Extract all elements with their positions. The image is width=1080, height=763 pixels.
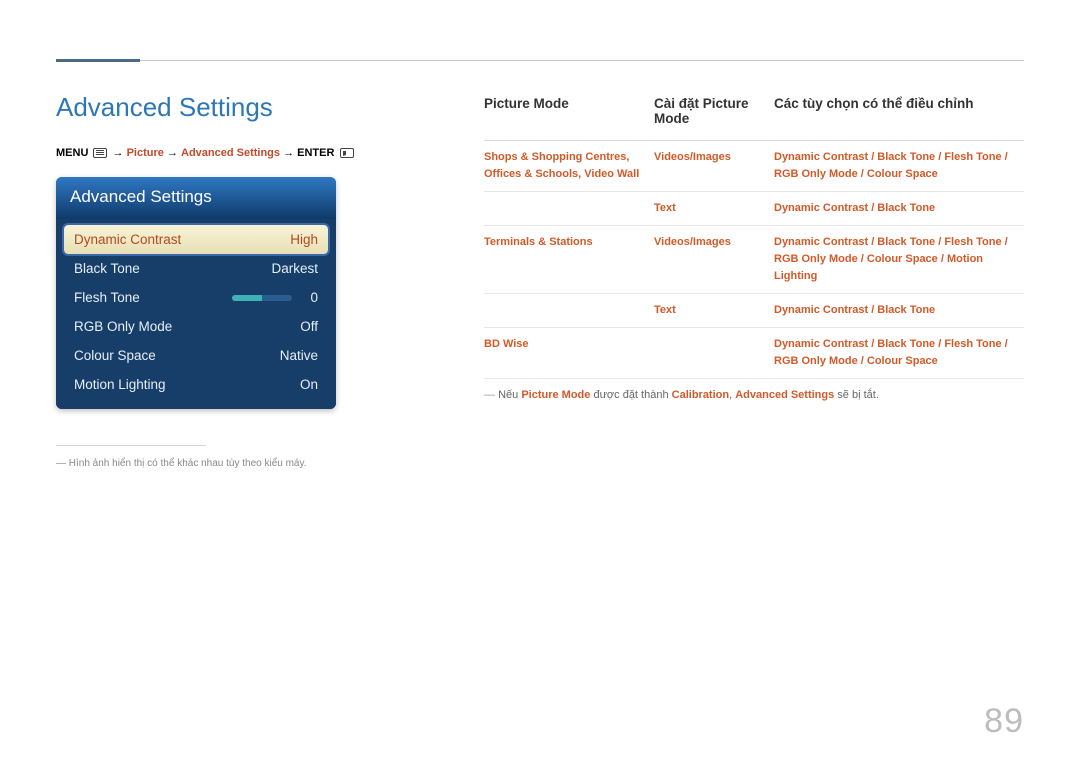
table-row: TextDynamic Contrast / Black Tone xyxy=(484,294,1024,328)
right-column: Picture Mode Cài đặt Picture Mode Các tù… xyxy=(484,92,1024,469)
breadcrumb-arrow: → xyxy=(167,147,181,159)
note-bold: Advanced Settings xyxy=(735,389,834,401)
panel-header: Advanced Settings xyxy=(56,177,336,219)
breadcrumb-advanced: Advanced Settings xyxy=(181,147,280,159)
table-row: Terminals & StationsVideos/ImagesDynamic… xyxy=(484,226,1024,294)
table-cell: Videos/Images xyxy=(654,226,774,294)
table-cell: Dynamic Contrast / Black Tone / Flesh To… xyxy=(774,141,1024,192)
top-rule xyxy=(56,60,1024,61)
menu-row[interactable]: Colour Space Native xyxy=(64,341,328,370)
breadcrumb-arrow: → xyxy=(113,147,127,159)
panel-body: Dynamic Contrast High Black Tone Darkest Fle… xyxy=(56,219,336,409)
note-text: Nếu xyxy=(498,389,521,401)
table-cell: Dynamic Contrast / Black Tone xyxy=(774,192,1024,226)
menu-row-value: Off xyxy=(300,319,318,334)
settings-panel: Advanced Settings Dynamic Contrast High Bl… xyxy=(56,177,336,409)
th-picture-mode: Picture Mode xyxy=(484,92,654,141)
table-row: Shops & Shopping Centres, Offices & Scho… xyxy=(484,141,1024,192)
breadcrumb-enter: ENTER xyxy=(297,147,334,159)
table-cell xyxy=(654,328,774,379)
left-column: Advanced Settings MENU → Picture → Advan… xyxy=(56,92,454,469)
menu-row[interactable]: Black Tone Darkest xyxy=(64,254,328,283)
table-row: BD Wise Dynamic Contrast / Black Tone / F… xyxy=(484,328,1024,379)
menu-row-value: Native xyxy=(280,348,318,363)
menu-row-value: Darkest xyxy=(271,261,318,276)
th-setting: Cài đặt Picture Mode xyxy=(654,92,774,141)
menu-icon xyxy=(93,148,107,158)
menu-row-value: On xyxy=(300,377,318,392)
menu-row[interactable]: Motion Lighting On xyxy=(64,370,328,399)
th-options: Các tùy chọn có thể điều chỉnh xyxy=(774,92,1024,141)
divider xyxy=(56,445,206,446)
page-title: Advanced Settings xyxy=(56,92,454,123)
table-cell: Terminals & Stations xyxy=(484,226,654,294)
menu-row[interactable]: Dynamic Contrast High xyxy=(64,225,328,254)
menu-row-value: 0 xyxy=(298,290,318,305)
footnote: Hình ảnh hiển thị có thể khác nhau tùy t… xyxy=(56,458,454,469)
table-cell: Text xyxy=(654,294,774,328)
table-cell: Videos/Images xyxy=(654,141,774,192)
menu-row-label: RGB Only Mode xyxy=(74,319,172,334)
info-table: Picture Mode Cài đặt Picture Mode Các tù… xyxy=(484,92,1024,379)
table-cell xyxy=(484,294,654,328)
breadcrumb: MENU → Picture → Advanced Settings → ENT… xyxy=(56,147,454,159)
enter-icon xyxy=(340,148,354,158)
breadcrumb-arrow: → xyxy=(283,147,297,159)
table-cell: Text xyxy=(654,192,774,226)
note-text: sẽ bị tắt. xyxy=(834,389,879,401)
menu-row-label: Black Tone xyxy=(74,261,140,276)
table-cell xyxy=(484,192,654,226)
table-cell: Dynamic Contrast / Black Tone / Flesh To… xyxy=(774,328,1024,379)
page: 89 Advanced Settings MENU → Picture → Ad… xyxy=(0,0,1080,763)
breadcrumb-menu: MENU xyxy=(56,147,88,159)
menu-row[interactable]: Flesh Tone 0 xyxy=(64,283,328,312)
page-number: 89 xyxy=(984,702,1024,741)
note-bold: Calibration xyxy=(672,389,729,401)
menu-row-label: Colour Space xyxy=(74,348,156,363)
menu-row-label: Flesh Tone xyxy=(74,290,140,305)
content: Advanced Settings MENU → Picture → Advan… xyxy=(56,92,1024,469)
note-bold: Picture Mode xyxy=(521,389,590,401)
table-cell: Dynamic Contrast / Black Tone / Flesh To… xyxy=(774,226,1024,294)
note-text: được đặt thành xyxy=(590,389,671,401)
menu-row[interactable]: RGB Only Mode Off xyxy=(64,312,328,341)
info-table-body: Shops & Shopping Centres, Offices & Scho… xyxy=(484,141,1024,379)
table-cell: Shops & Shopping Centres, Offices & Scho… xyxy=(484,141,654,192)
menu-row-label: Dynamic Contrast xyxy=(74,232,181,247)
menu-row-value: High xyxy=(290,232,318,247)
menu-row-label: Motion Lighting xyxy=(74,377,166,392)
breadcrumb-picture: Picture xyxy=(127,147,164,159)
table-note: Nếu Picture Mode được đặt thành Calibrat… xyxy=(484,389,1024,401)
slider[interactable]: 0 xyxy=(232,290,318,305)
table-cell: Dynamic Contrast / Black Tone xyxy=(774,294,1024,328)
table-row: TextDynamic Contrast / Black Tone xyxy=(484,192,1024,226)
table-cell: BD Wise xyxy=(484,328,654,379)
